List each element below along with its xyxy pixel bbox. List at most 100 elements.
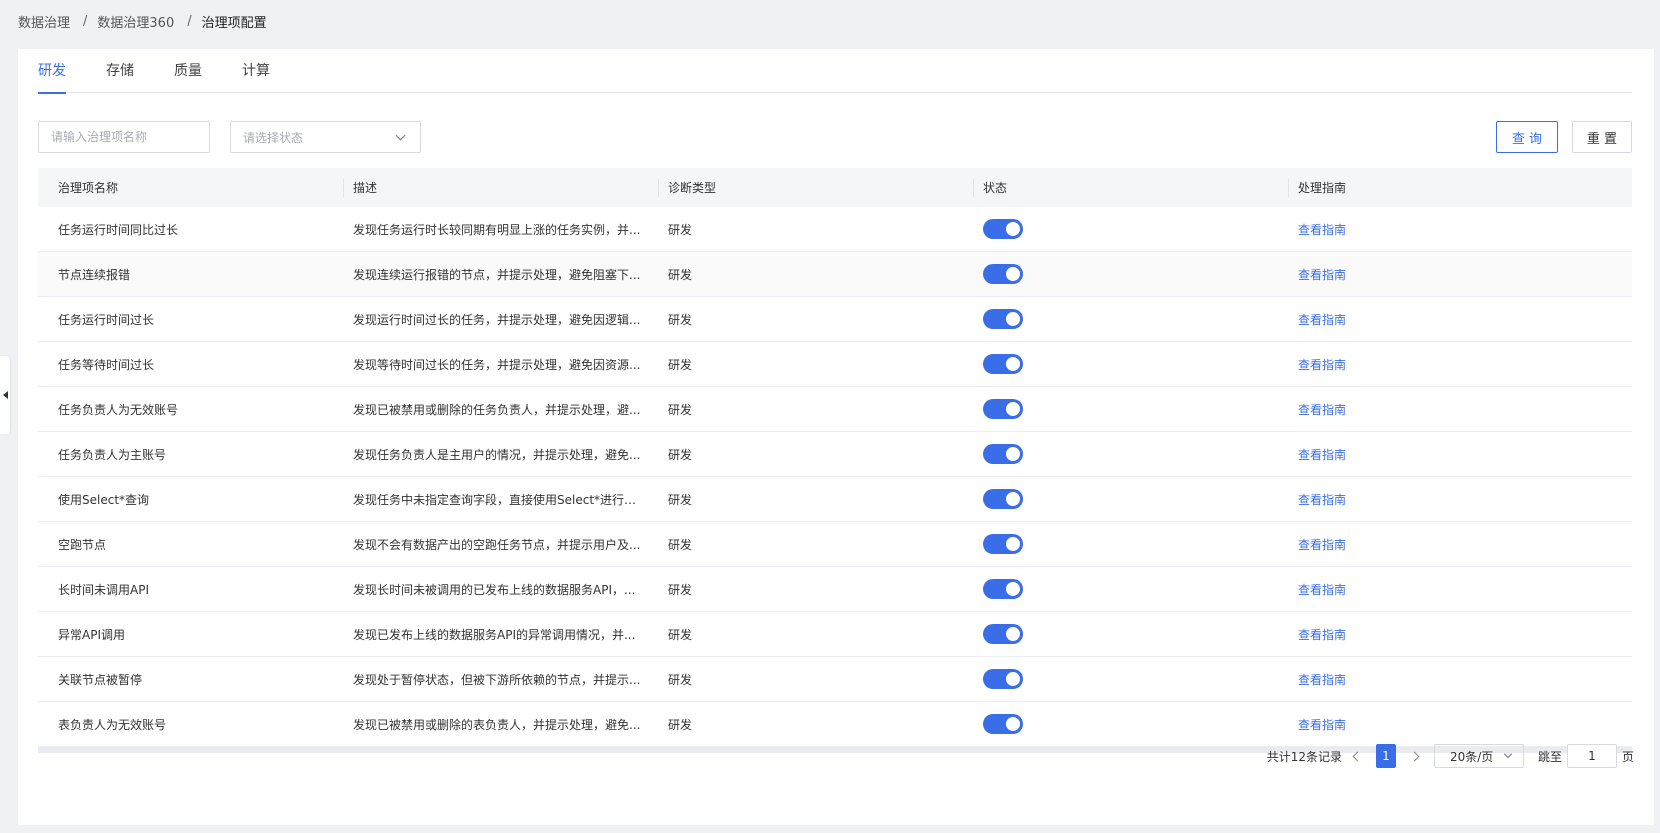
breadcrumb-item-governance[interactable]: 数据治理 (18, 12, 70, 31)
page-number-button[interactable]: 1 (1375, 744, 1396, 768)
row-type: 研发 (668, 582, 693, 597)
row-desc: 发现已被禁用或删除的表负责人，并提示处理，避免... (353, 717, 641, 732)
row-desc-cell: 发现已被禁用或删除的任务负责人，并提示处理，避... (343, 387, 658, 432)
view-guide-link[interactable]: 查看指南 (1298, 221, 1346, 238)
view-guide-link[interactable]: 查看指南 (1298, 446, 1346, 463)
main-card: 研发 存储 质量 计算 请选择状态 查 询 重 置 治理项名称 描述 诊断类型 … (18, 49, 1654, 825)
row-desc: 发现连续运行报错的节点，并提示处理，避免阻塞下... (353, 267, 641, 282)
row-guide-cell: 查看指南 (1288, 567, 1632, 612)
chevron-down-icon (1503, 749, 1513, 759)
row-type: 研发 (668, 267, 693, 282)
status-toggle[interactable] (983, 714, 1023, 734)
column-header-status: 状态 (973, 168, 1288, 207)
status-toggle[interactable] (983, 219, 1023, 239)
row-name: 长时间未调用API (58, 582, 149, 597)
view-guide-link[interactable]: 查看指南 (1298, 536, 1346, 553)
view-guide-link[interactable]: 查看指南 (1298, 311, 1346, 328)
column-header-type: 诊断类型 (658, 168, 973, 207)
breadcrumb: 数据治理 / 数据治理360 / 治理项配置 (18, 0, 267, 42)
row-type: 研发 (668, 312, 693, 327)
row-status-cell (973, 387, 1288, 432)
row-guide-cell: 查看指南 (1288, 477, 1632, 522)
reset-button[interactable]: 重 置 (1572, 121, 1632, 153)
row-name: 使用Select*查询 (58, 492, 150, 507)
breadcrumb-separator: / (187, 13, 192, 29)
status-toggle[interactable] (983, 354, 1023, 374)
breadcrumb-item-governance360[interactable]: 数据治理360 (97, 12, 174, 31)
name-search-input[interactable] (38, 121, 210, 153)
prev-page-button[interactable] (1346, 744, 1366, 768)
table-row: 任务等待时间过长 发现等待时间过长的任务，并提示处理，避免因资源... 研发 查看指南 (38, 342, 1632, 387)
view-guide-link[interactable]: 查看指南 (1298, 671, 1346, 688)
status-toggle[interactable] (983, 264, 1023, 284)
status-toggle[interactable] (983, 399, 1023, 419)
page-size-select[interactable]: 20条/页 (1433, 744, 1524, 768)
row-type: 研发 (668, 357, 693, 372)
chevron-right-icon (1409, 751, 1420, 761)
row-status-cell (973, 567, 1288, 612)
tab-storage[interactable]: 存储 (106, 49, 134, 93)
query-button[interactable]: 查 询 (1496, 121, 1558, 153)
row-status-cell (973, 657, 1288, 702)
breadcrumb-separator: / (83, 13, 88, 29)
row-desc-cell: 发现已发布上线的数据服务API的异常调用情况，并... (343, 612, 658, 657)
row-type: 研发 (668, 717, 693, 732)
row-desc-cell: 发现等待时间过长的任务，并提示处理，避免因资源... (343, 342, 658, 387)
row-name: 任务负责人为主账号 (58, 447, 167, 462)
status-toggle[interactable] (983, 579, 1023, 599)
row-desc-cell: 发现处于暂停状态，但被下游所依赖的节点，并提示... (343, 657, 658, 702)
tab-compute[interactable]: 计算 (242, 49, 270, 93)
row-type: 研发 (668, 447, 693, 462)
table-row: 任务运行时间过长 发现运行时间过长的任务，并提示处理，避免因逻辑... 研发 查看指南 (38, 297, 1632, 342)
row-status-cell (973, 702, 1288, 747)
row-guide-cell: 查看指南 (1288, 207, 1632, 252)
row-guide-cell: 查看指南 (1288, 297, 1632, 342)
row-desc-cell: 发现连续运行报错的节点，并提示处理，避免阻塞下... (343, 252, 658, 297)
status-toggle[interactable] (983, 669, 1023, 689)
next-page-button[interactable] (1406, 744, 1426, 768)
row-status-cell (973, 612, 1288, 657)
tab-quality[interactable]: 质量 (174, 49, 202, 93)
row-guide-cell: 查看指南 (1288, 252, 1632, 297)
view-guide-link[interactable]: 查看指南 (1298, 626, 1346, 643)
jump-page-input[interactable] (1566, 744, 1617, 768)
row-name: 表负责人为无效账号 (58, 717, 167, 732)
filter-bar: 请选择状态 查 询 重 置 (38, 121, 1632, 153)
view-guide-link[interactable]: 查看指南 (1298, 491, 1346, 508)
row-type: 研发 (668, 492, 693, 507)
view-guide-link[interactable]: 查看指南 (1298, 716, 1346, 733)
table-body: 任务运行时间同比过长 发现任务运行时长较同期有明显上涨的任务实例，并... 研发 查看… (38, 207, 1632, 747)
table-header: 治理项名称 描述 诊断类型 状态 处理指南 (38, 168, 1632, 207)
row-desc: 发现长时间未被调用的已发布上线的数据服务API，... (353, 582, 636, 597)
row-type: 研发 (668, 672, 693, 687)
row-name: 任务等待时间过长 (58, 357, 155, 372)
status-toggle[interactable] (983, 489, 1023, 509)
table-row: 任务运行时间同比过长 发现任务运行时长较同期有明显上涨的任务实例，并... 研发 查看… (38, 207, 1632, 252)
row-name: 任务负责人为无效账号 (58, 402, 179, 417)
sidebar-collapse-handle[interactable] (0, 356, 10, 434)
column-header-desc: 描述 (343, 168, 658, 207)
row-name: 任务运行时间同比过长 (58, 222, 179, 237)
status-select[interactable]: 请选择状态 (230, 121, 421, 153)
row-guide-cell: 查看指南 (1288, 522, 1632, 567)
row-desc-cell: 发现已被禁用或删除的表负责人，并提示处理，避免... (343, 702, 658, 747)
jump-label: 跳至 (1537, 749, 1562, 764)
row-desc-cell: 发现任务运行时长较同期有明显上涨的任务实例，并... (343, 207, 658, 252)
pagination: 共计12条记录 1 20条/页 跳至 页 (1267, 744, 1634, 768)
status-toggle[interactable] (983, 444, 1023, 464)
row-desc-cell: 发现任务负责人是主用户的情况，并提示处理，避免... (343, 432, 658, 477)
tab-research[interactable]: 研发 (38, 49, 66, 94)
view-guide-link[interactable]: 查看指南 (1298, 356, 1346, 373)
status-toggle[interactable] (983, 309, 1023, 329)
breadcrumb-item-current: 治理项配置 (201, 15, 267, 31)
view-guide-link[interactable]: 查看指南 (1298, 401, 1346, 418)
caret-left-icon (2, 391, 8, 399)
table-row: 空跑节点 发现不会有数据产出的空跑任务节点，并提示用户及... 研发 查看指南 (38, 522, 1632, 567)
governance-table: 治理项名称 描述 诊断类型 状态 处理指南 任务运行时间同比过长 发现任务运行时长… (38, 168, 1632, 753)
view-guide-link[interactable]: 查看指南 (1298, 581, 1346, 598)
row-desc: 发现运行时间过长的任务，并提示处理，避免因逻辑... (353, 312, 641, 327)
view-guide-link[interactable]: 查看指南 (1298, 266, 1346, 283)
status-toggle[interactable] (983, 624, 1023, 644)
status-toggle[interactable] (983, 534, 1023, 554)
row-desc: 发现任务运行时长较同期有明显上涨的任务实例，并... (353, 222, 641, 237)
